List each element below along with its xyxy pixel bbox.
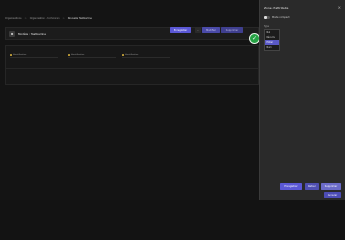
page: Organisations > Organisation - tochooran…	[0, 0, 345, 200]
delete-button[interactable]: Supprimer	[221, 27, 243, 33]
breadcrumb: Organisations > Organisation - tochooran…	[5, 15, 92, 22]
attribute-field-label: Identification	[71, 54, 85, 56]
compact-mode-toggle[interactable]	[264, 16, 270, 19]
status-dot-icon	[68, 54, 70, 56]
status-dot-icon	[10, 54, 12, 56]
breadcrumb-separator: >	[62, 17, 65, 20]
drawer-delete-button[interactable]: Supprimer	[321, 183, 341, 190]
type-dropdown[interactable]: Nul Récurrs Entier Num	[264, 29, 280, 51]
page-title: Modèle : Testbarline	[18, 31, 47, 36]
attribute-drawer: Zone d'attribute × Mode compact Type Nul…	[259, 0, 345, 200]
attribute-field[interactable]: Identification	[10, 53, 58, 58]
more-button[interactable]: …	[195, 27, 201, 33]
breadcrumb-item-organisation[interactable]: Organisation - tochooran	[30, 17, 60, 20]
status-dot-icon	[122, 54, 124, 56]
save-button[interactable]: Enregistrer	[170, 27, 191, 33]
attribute-field[interactable]: Identification	[122, 53, 170, 58]
drawer-title: Zone d'attribute	[264, 6, 289, 10]
drawer-back-button[interactable]: Retour	[305, 183, 319, 190]
attribute-field[interactable]: Identification	[68, 53, 116, 58]
breadcrumb-separator: >	[24, 17, 27, 20]
model-icon: ▪	[9, 30, 15, 37]
attributes-panel: Identification Identification Identifica…	[5, 45, 260, 85]
compact-mode-label: Mode compact	[272, 16, 290, 19]
drawer-cancel-button[interactable]: Annuler	[324, 192, 341, 198]
attribute-field-label: Identification	[125, 54, 139, 56]
attribute-field-label: Identification	[13, 54, 27, 56]
close-icon[interactable]: ×	[338, 5, 341, 10]
dropdown-option[interactable]: Num	[265, 45, 279, 50]
drawer-save-button[interactable]: Enregistrer	[280, 183, 302, 190]
breadcrumb-item-current: Nouvelle Testbarline	[67, 17, 92, 20]
breadcrumb-item-organisations[interactable]: Organisations	[5, 17, 22, 20]
type-label: Type	[264, 25, 270, 28]
edit-button[interactable]: Modifier	[202, 27, 220, 33]
